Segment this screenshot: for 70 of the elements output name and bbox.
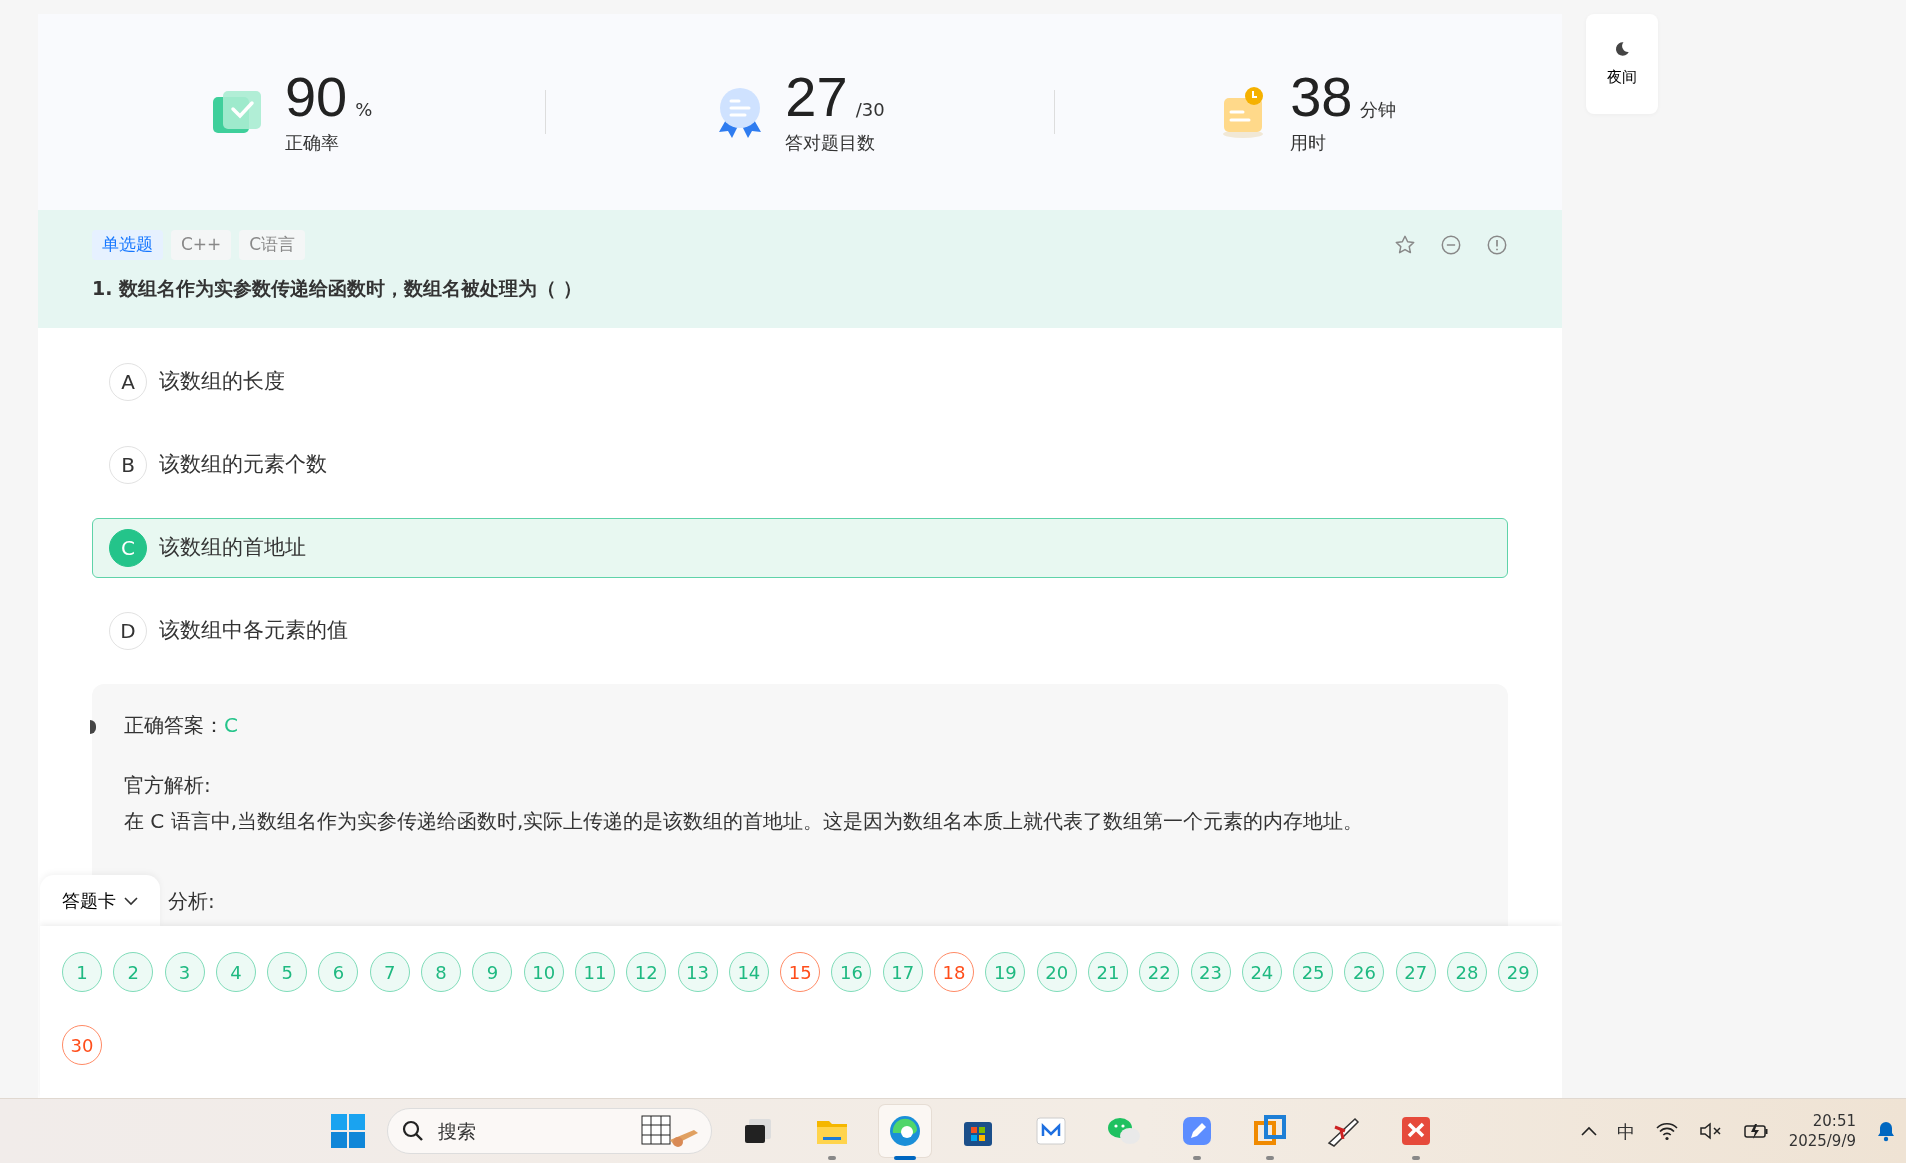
muted-speaker-icon[interactable] [1698, 1121, 1723, 1141]
question-number[interactable]: 3 [164, 952, 205, 992]
question-number[interactable]: 9 [472, 952, 513, 992]
answer-card-tab[interactable]: 答题卡 [40, 875, 160, 926]
stat-label: 答对题目数 [785, 130, 877, 155]
answer-option[interactable]: D 该数组中各元素的值 [92, 601, 1508, 661]
question-number[interactable]: 20 [1036, 952, 1077, 992]
question-number[interactable]: 4 [215, 952, 256, 992]
star-icon[interactable] [1394, 233, 1416, 256]
question-number[interactable]: 10 [523, 952, 564, 992]
question-number[interactable]: 1 [62, 952, 102, 992]
question-number[interactable]: 25 [1293, 952, 1334, 992]
start-icon[interactable] [330, 1113, 366, 1149]
question-number[interactable]: 18 [934, 952, 975, 992]
stat-value: 90 [284, 68, 348, 125]
question-number[interactable]: 5 [267, 952, 308, 992]
stat-unit: % [355, 97, 373, 122]
chevron-up-icon[interactable] [1580, 1126, 1597, 1136]
question-number[interactable]: 24 [1241, 952, 1282, 992]
question-number[interactable]: 30 [62, 1025, 102, 1065]
question-number[interactable]: 19 [985, 952, 1026, 992]
search-icon [401, 1119, 425, 1143]
answer-option[interactable]: A 该数组的长度 [92, 352, 1508, 412]
marker-icon [90, 720, 96, 734]
question-title: 1. 数组名作为实参数传递给函数时，数组名被处理为（ ） [92, 275, 583, 301]
topic-tag: C语言 [239, 230, 306, 260]
minus-circle-icon[interactable] [1440, 233, 1462, 256]
analysis-label: 分析: [168, 888, 215, 915]
night-mode-button[interactable]: 夜间 [1586, 14, 1658, 114]
question-number[interactable]: 11 [574, 952, 615, 992]
answer-option[interactable]: B 该数组的元素个数 [92, 435, 1508, 495]
question-number[interactable]: 13 [677, 952, 718, 992]
bell-icon[interactable] [1876, 1120, 1896, 1142]
question-number[interactable]: 21 [1087, 952, 1128, 992]
question-number[interactable]: 29 [1498, 952, 1539, 992]
question-number[interactable]: 7 [369, 952, 410, 992]
stat-value: 38 [1290, 68, 1353, 125]
browser-icon[interactable] [879, 1105, 931, 1157]
question-type-tag: 单选题 [92, 230, 163, 260]
question-number[interactable]: 6 [318, 952, 359, 992]
info-circle-icon[interactable] [1486, 233, 1508, 256]
topic-tag: C++ [171, 230, 232, 260]
question-number[interactable]: 27 [1395, 952, 1436, 992]
question-number[interactable]: 8 [421, 952, 462, 992]
question-number[interactable]: 17 [882, 952, 923, 992]
stat-unit: 分钟 [1360, 97, 1397, 122]
stat-unit: /30 [855, 97, 885, 122]
question-number[interactable]: 12 [626, 952, 667, 992]
question-number[interactable]: 28 [1447, 952, 1487, 992]
stat-label: 用时 [1290, 130, 1328, 155]
input-method-indicator[interactable]: 中 [1616, 1117, 1635, 1145]
correct-answer: 正确答案：C [124, 712, 239, 739]
analysis-text: 在 C 语言中,当数组名作为实参传递给函数时,实际上传递的是该数组的首地址。这是因为数组名本质上就代表了数组第一个元素的内存地址。 [124, 808, 1365, 835]
stat-value: 27 [785, 68, 848, 125]
search-field[interactable]: 搜索 [387, 1108, 712, 1154]
moon-icon [1613, 39, 1631, 58]
question-number[interactable]: 15 [780, 952, 821, 992]
question-number[interactable]: 14 [728, 952, 769, 992]
answer-option[interactable]: C 该数组的首地址 [92, 518, 1508, 578]
clock[interactable]: 20:51 2025/9/9 [1788, 1110, 1856, 1152]
question-number[interactable]: 22 [1139, 952, 1180, 992]
question-number[interactable]: 23 [1190, 952, 1231, 992]
chevron-down-icon [124, 895, 138, 906]
stat-label: 正确率 [284, 130, 340, 155]
question-number[interactable]: 26 [1344, 952, 1385, 992]
wifi-icon[interactable] [1654, 1121, 1679, 1141]
analysis-label: 官方解析: [124, 772, 212, 799]
question-number[interactable]: 2 [113, 952, 154, 992]
question-number[interactable]: 16 [831, 952, 872, 992]
battery-icon[interactable] [1742, 1121, 1769, 1141]
